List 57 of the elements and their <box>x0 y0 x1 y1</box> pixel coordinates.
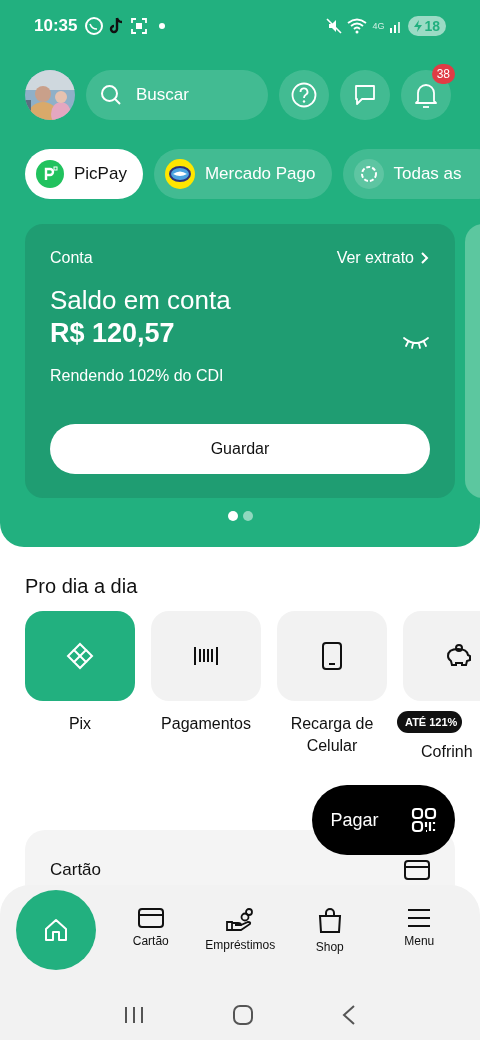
shortcut-label: Pagamentos <box>161 714 251 734</box>
phone-icon <box>321 642 343 670</box>
piggy-bank-icon <box>444 644 472 668</box>
card-section-title: Cartão <box>50 860 102 880</box>
nav-item[interactable]: Cartão <box>106 890 196 948</box>
messages-button[interactable] <box>340 70 390 120</box>
battery-indicator: 18 <box>408 16 446 36</box>
credit-card-icon <box>137 908 164 928</box>
account-chip[interactable]: PicPay <box>25 149 143 199</box>
pix-icon <box>65 641 95 671</box>
balance-title: Saldo em conta <box>50 285 231 316</box>
section-label: Conta <box>50 249 93 267</box>
chat-bubble-icon <box>353 83 377 107</box>
notification-count: 38 <box>431 64 455 84</box>
notification-dot-icon <box>159 23 166 29</box>
barcode-icon <box>193 645 219 667</box>
status-time: 10:35 <box>34 16 78 36</box>
hand-coins-icon <box>225 908 256 932</box>
shortcut-label: Recarga de Celular <box>289 714 375 756</box>
rate-badge: ATÉ 121% <box>397 711 463 733</box>
shopping-bag-icon <box>317 908 342 934</box>
loading-ring-icon <box>353 159 384 189</box>
menu-icon <box>407 908 432 928</box>
recent-apps-icon[interactable] <box>123 1005 146 1025</box>
balance-amount: R$ 120,57 <box>50 318 176 349</box>
back-icon[interactable] <box>340 1004 357 1026</box>
shortcut-tile[interactable] <box>277 611 387 701</box>
qr-code-icon <box>410 807 437 833</box>
yield-text: Rendendo 102% do CDI <box>50 367 225 385</box>
search-icon <box>99 83 123 107</box>
help-icon <box>291 82 317 108</box>
wifi-icon <box>347 18 368 34</box>
shortcut-tile[interactable] <box>151 611 261 701</box>
shortcut-tile[interactable] <box>25 611 135 701</box>
shortcut-tile[interactable] <box>403 611 480 701</box>
bell-icon <box>413 81 439 109</box>
closed-eye-icon[interactable] <box>402 335 430 349</box>
home-button-icon[interactable] <box>232 1004 254 1026</box>
shortcut-label: Pix <box>68 714 92 734</box>
save-button[interactable]: Guardar <box>50 424 430 474</box>
home-icon <box>43 917 69 943</box>
charging-bolt-icon <box>414 20 423 32</box>
shortcut-label: Cofrinh <box>420 742 473 762</box>
pay-button[interactable]: Pagar <box>312 785 455 855</box>
nav-item[interactable]: Shop <box>285 890 375 954</box>
screenshot-icon <box>130 17 149 35</box>
mute-icon <box>326 18 343 34</box>
section-title: Pro dia a dia <box>25 575 139 599</box>
chevron-right-icon <box>420 251 430 265</box>
notifications-button[interactable] <box>401 70 451 120</box>
nav-item[interactable]: Empréstimos <box>195 890 285 952</box>
chat-app-icon <box>84 16 105 36</box>
network-type: 4G <box>372 21 385 31</box>
credit-card-icon <box>404 860 430 880</box>
p-logo-icon <box>36 160 64 188</box>
nav-item[interactable]: Menu <box>374 890 464 948</box>
help-button[interactable] <box>279 70 329 120</box>
